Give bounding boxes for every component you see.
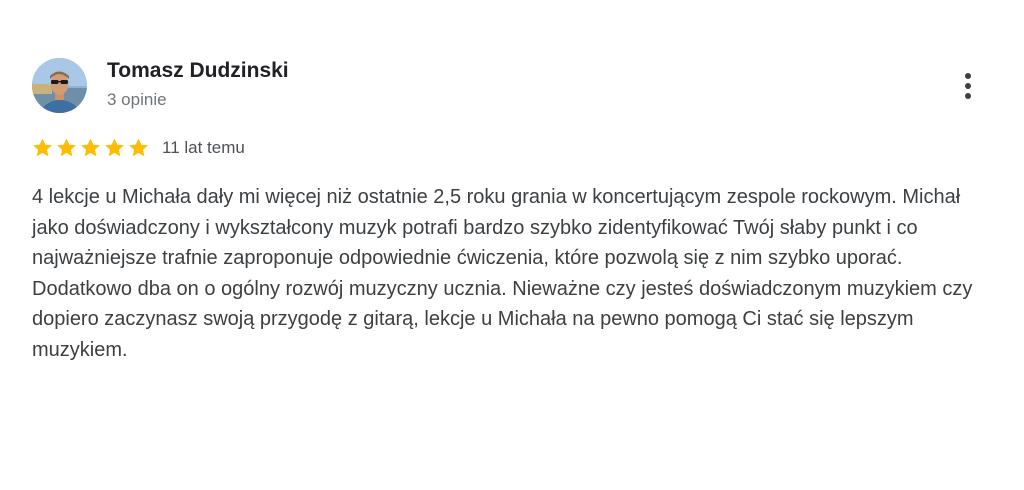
reviewer-name[interactable]: Tomasz Dudzinski: [107, 59, 289, 83]
star-icon: [129, 138, 148, 157]
review-card: Tomasz Dudzinski 3 opinie 11 lat temu 4 …: [0, 0, 1024, 490]
review-count: 3 opinie: [107, 90, 167, 109]
avatar-photo: [32, 58, 87, 113]
more-options-button[interactable]: [952, 66, 984, 106]
more-vert-icon-dot: [965, 73, 971, 79]
star-icon: [81, 138, 100, 157]
star-rating: [31, 136, 150, 160]
star-icon: [105, 138, 124, 157]
star-icon: [33, 138, 52, 157]
avatar[interactable]: [32, 58, 87, 113]
star-icon: [57, 138, 76, 157]
more-vert-icon-dot: [965, 83, 971, 89]
review-date: 11 lat temu: [162, 138, 245, 157]
review-text: 4 lekcje u Michała dały mi więcej niż os…: [32, 186, 973, 361]
more-vert-icon-dot: [965, 93, 971, 99]
